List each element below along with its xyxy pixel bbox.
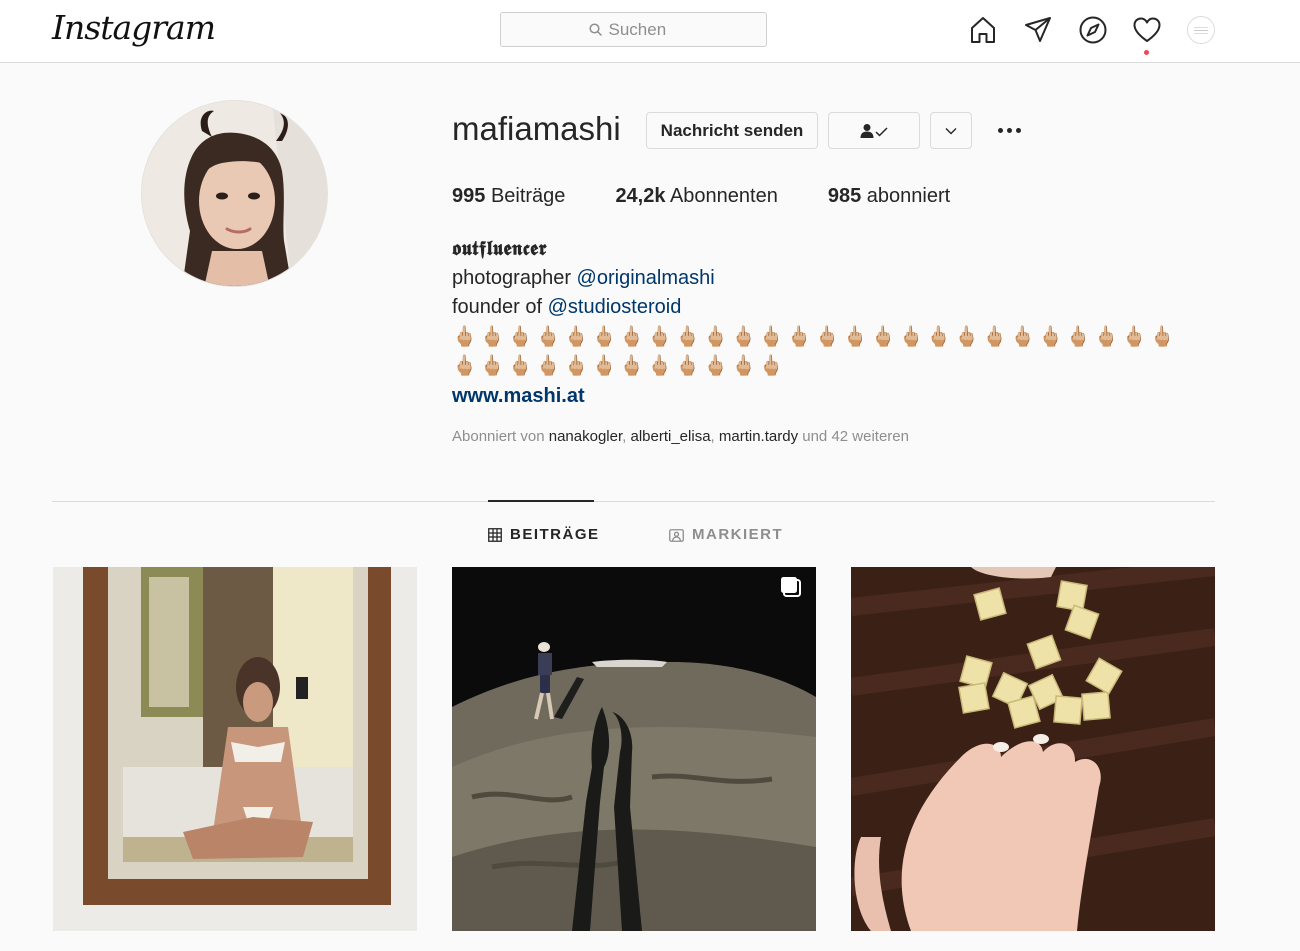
search-input[interactable]: [608, 19, 679, 40]
followed-by-text[interactable]: Abonniert von nanakogler, alberti_elisa,…: [452, 428, 909, 445]
post-night-beach-photo[interactable]: [452, 567, 816, 931]
search-icon: [588, 23, 602, 36]
bio-emoji-row-2: 🖕🏼🖕🏼🖕🏼🖕🏼🖕🏼🖕🏼🖕🏼🖕🏼🖕🏼🖕🏼🖕🏼🖕🏼: [452, 355, 787, 377]
notification-dot: [1144, 50, 1149, 55]
following-count[interactable]: 985 abonniert: [828, 185, 950, 208]
activity-heart-icon[interactable]: [1131, 14, 1163, 46]
bio-link-originalmashi[interactable]: @originalmashi: [577, 267, 715, 289]
chevron-down-icon: [945, 127, 957, 134]
profile-picture: [141, 100, 328, 287]
suggested-accounts-button[interactable]: [930, 112, 972, 149]
bio-line-founder: founder of @studiosteroid: [452, 296, 682, 318]
explore-icon[interactable]: [1077, 14, 1109, 46]
tab-posts[interactable]: BEITRÄGE: [488, 526, 600, 543]
profile-bio: 𝖔𝖚𝖙𝖋𝖑𝖚𝖊𝖓𝖈𝖊𝖗 photographer @originalmashi …: [452, 234, 1212, 411]
bio-link-studiosteroid[interactable]: @studiosteroid: [548, 296, 682, 318]
tab-tagged[interactable]: MARKIERT: [669, 526, 783, 543]
profile-username: mafiamashi: [452, 110, 621, 147]
direct-icon[interactable]: [1022, 14, 1054, 46]
grid-icon: [488, 527, 502, 542]
profile-stats: 995 Beiträge 24,2k Abonnenten 985 abonni…: [452, 185, 1000, 208]
instagram-logo[interactable]: Instagram: [52, 8, 216, 47]
active-tab-indicator: [488, 500, 594, 502]
profile-avatar[interactable]: [1187, 16, 1215, 44]
followers-count[interactable]: 24,2k Abonnenten: [615, 185, 777, 208]
bio-line-photographer: photographer @originalmashi: [452, 266, 715, 289]
search-box[interactable]: [500, 12, 767, 47]
bio-website-link[interactable]: www.mashi.at: [452, 385, 585, 407]
bio-emoji-row-1: 🖕🏼🖕🏼🖕🏼🖕🏼🖕🏼🖕🏼🖕🏼🖕🏼🖕🏼🖕🏼🖕🏼🖕🏼🖕🏼🖕🏼🖕🏼🖕🏼🖕🏼🖕🏼🖕🏼🖕🏼…: [452, 325, 1178, 348]
home-icon[interactable]: [967, 14, 999, 46]
post-mirror-selfie-photo[interactable]: [53, 567, 417, 931]
tabs-divider: [52, 501, 1215, 502]
bio-name: 𝖔𝖚𝖙𝖋𝖑𝖚𝖊𝖓𝖈𝖊𝖗: [452, 236, 547, 260]
following-button[interactable]: [828, 112, 920, 149]
top-navigation-bar: Instagram: [0, 0, 1300, 63]
tagged-icon: [669, 528, 684, 542]
post-scrabble-tiles-photo[interactable]: [851, 567, 1215, 931]
posts-count[interactable]: 995 Beiträge: [452, 185, 565, 208]
person-check-icon: [860, 123, 888, 138]
message-button[interactable]: Nachricht senden: [646, 112, 818, 149]
more-dots-icon[interactable]: [993, 118, 1025, 142]
